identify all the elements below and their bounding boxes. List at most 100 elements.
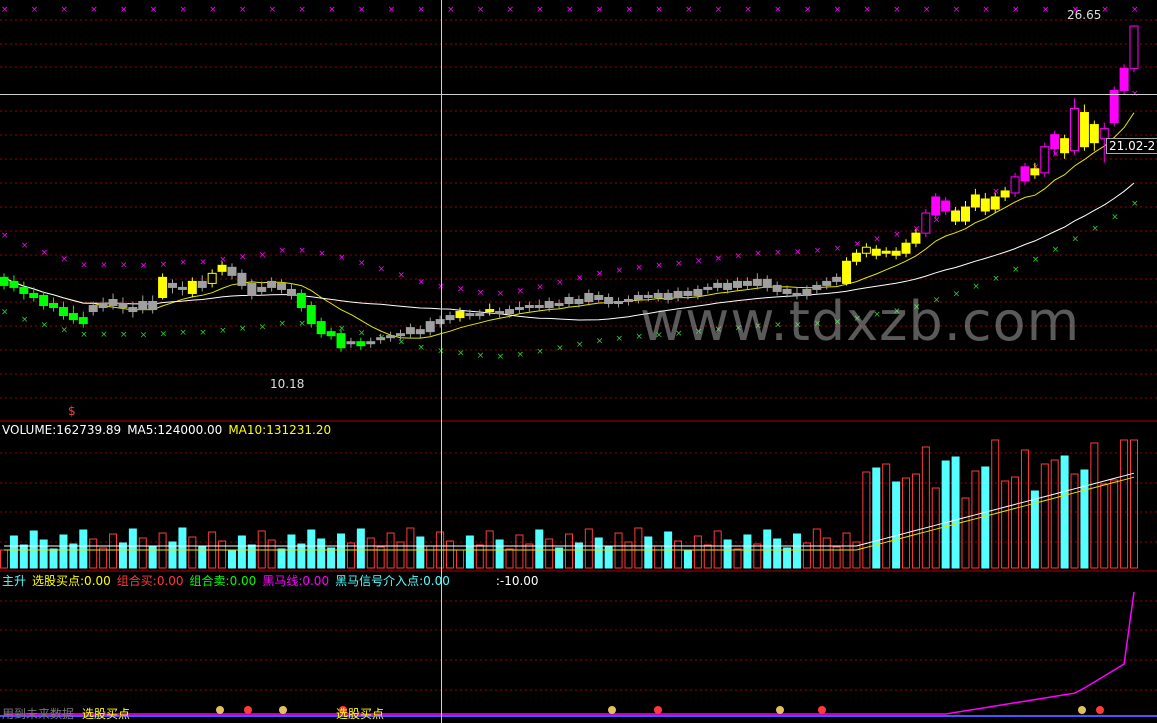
upper-band-marker: × [259, 250, 267, 260]
candle-body [148, 300, 158, 311]
volume-bar [515, 534, 524, 569]
volume-bar [128, 528, 137, 569]
volume-bar [911, 473, 920, 569]
candle-body [524, 305, 534, 309]
candle-body [861, 246, 871, 254]
volume-bar [327, 547, 336, 569]
volume-bar [9, 535, 18, 569]
upper-band-marker: × [80, 260, 88, 270]
candle-body [1010, 176, 1020, 194]
volume-bar [961, 497, 970, 569]
candle-body [891, 250, 901, 256]
candle-body [941, 200, 951, 212]
volume-bar [416, 536, 425, 569]
volume-bar [227, 549, 236, 569]
upper-band-marker: × [754, 249, 762, 259]
upper-band-marker: × [397, 270, 405, 280]
volume-bar [247, 544, 256, 569]
candle-body [1109, 89, 1119, 124]
candle-body [980, 198, 990, 212]
volume-bar [763, 529, 772, 569]
candle-body [881, 250, 891, 254]
candle-body [29, 292, 39, 298]
volume-bar [812, 528, 821, 569]
lower-band-marker: × [1072, 234, 1080, 244]
volume-bar [1020, 449, 1029, 569]
volume-bar [297, 543, 306, 569]
volume-bar [59, 534, 68, 569]
signal-mark: $ [68, 404, 76, 418]
volume-bar [981, 466, 990, 569]
volume-bar [683, 549, 692, 569]
volume-bar [267, 539, 276, 569]
candle-body [207, 272, 217, 284]
top-signal-marker: × [1, 5, 9, 15]
upper-band-marker: × [834, 244, 842, 254]
ma5-value: MA5:124000.00 [127, 423, 223, 437]
upper-band-marker: × [239, 253, 247, 263]
volume-bar [921, 446, 930, 569]
volume-bar [337, 533, 346, 569]
candle-body [128, 307, 138, 313]
signal-icon [776, 706, 784, 714]
candlestick-chart[interactable]: × × × × × × × × × × × × × × × × × × × × × × × × × × × × × × × × × × × × × × × ×… [0, 0, 1157, 723]
upper-band-marker: × [179, 258, 187, 268]
candle-body [326, 331, 336, 337]
lower-band-marker: × [616, 334, 624, 344]
candle-body [286, 288, 296, 296]
candle-body [723, 282, 733, 290]
volume-bar [902, 477, 911, 569]
candle-body [455, 311, 465, 319]
volume-bar [1090, 442, 1099, 569]
crosshair-vertical [441, 0, 442, 723]
upper-band-marker: × [60, 254, 68, 264]
candle-body [733, 280, 743, 288]
candle-body [544, 300, 554, 309]
candle-body [614, 300, 624, 305]
volume-bar [555, 547, 564, 569]
candle-body [257, 286, 267, 292]
candle-body [356, 341, 366, 347]
lower-band-marker: × [1091, 224, 1099, 234]
candle-body [951, 210, 961, 222]
volume-bar [882, 463, 891, 569]
upper-band-marker: × [596, 269, 604, 279]
candle-body [197, 280, 207, 288]
volume-bar [1100, 483, 1109, 569]
signal-icon [1078, 706, 1086, 714]
upper-band-marker: × [992, 187, 1000, 197]
volume-bar [872, 467, 881, 569]
lower-band-marker: × [60, 325, 68, 335]
lower-band-marker: × [21, 315, 29, 325]
candle-body [247, 282, 257, 296]
volume-bar [1011, 476, 1020, 569]
candle-body [306, 305, 316, 325]
candle-body [1070, 108, 1080, 152]
candle-body [812, 284, 822, 290]
top-signal-marker: × [1012, 5, 1020, 15]
candle-body [752, 278, 762, 286]
lower-band-marker: × [457, 348, 465, 358]
upper-band-marker: × [616, 266, 624, 276]
candle-body [177, 286, 187, 290]
top-signal-marker: × [804, 5, 812, 15]
volume-bar [39, 539, 48, 569]
top-signal-marker: × [31, 5, 39, 15]
candle-body [88, 305, 98, 313]
volume-bar [465, 535, 474, 569]
candle-body [1089, 124, 1099, 144]
volume-bar [188, 536, 197, 569]
top-signal-marker: × [982, 5, 990, 15]
candle-body [1000, 190, 1010, 198]
upper-band-marker: × [219, 255, 227, 265]
volume-bar [406, 527, 415, 569]
candle-body [911, 232, 921, 244]
lower-band-marker: × [140, 331, 148, 341]
upper-band-marker: × [933, 215, 941, 225]
candle-body [1050, 134, 1060, 150]
candle-body [1079, 112, 1089, 148]
top-signal-marker: × [388, 5, 396, 15]
lower-band-marker: × [992, 274, 1000, 284]
lower-band-marker: × [1, 307, 9, 317]
upper-band-marker: × [1, 231, 9, 241]
